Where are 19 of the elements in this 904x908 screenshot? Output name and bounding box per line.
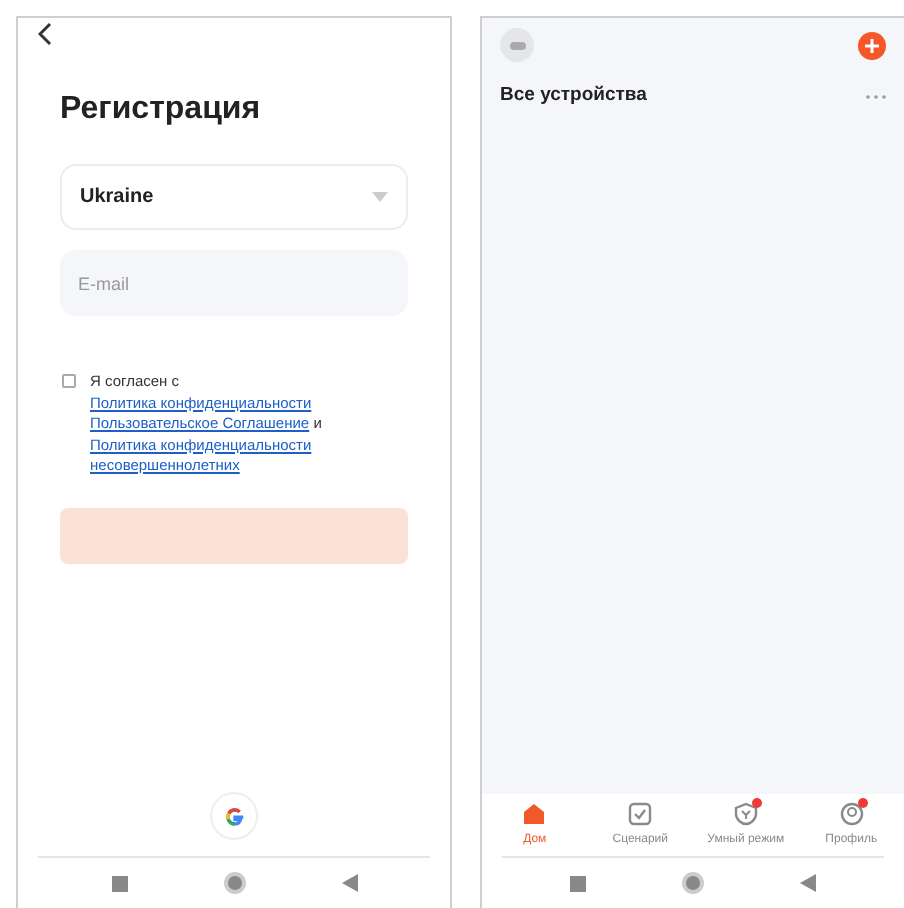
shield-icon <box>733 802 758 826</box>
agreement-checkbox[interactable] <box>62 374 76 388</box>
email-field[interactable]: E-mail <box>60 250 408 316</box>
recents-icon[interactable] <box>570 875 586 891</box>
country-select[interactable]: Ukraine <box>60 164 408 230</box>
recents-icon[interactable] <box>111 875 127 891</box>
more-dots-icon[interactable] <box>866 93 886 100</box>
checkbox-icon <box>628 802 653 826</box>
user-circle-icon <box>839 802 864 826</box>
house-icon <box>522 802 547 826</box>
add-icon[interactable] <box>858 31 886 59</box>
back-chevron-icon[interactable] <box>38 22 54 46</box>
google-sign-in-button[interactable] <box>210 792 258 840</box>
section-title: Все устройства <box>500 82 647 110</box>
back-triangle-icon[interactable] <box>800 874 816 892</box>
dropdown-caret-icon <box>372 192 388 202</box>
page-title: Регистрация <box>58 90 263 130</box>
back-triangle-icon[interactable] <box>341 874 357 892</box>
google-logo-icon <box>223 805 245 827</box>
